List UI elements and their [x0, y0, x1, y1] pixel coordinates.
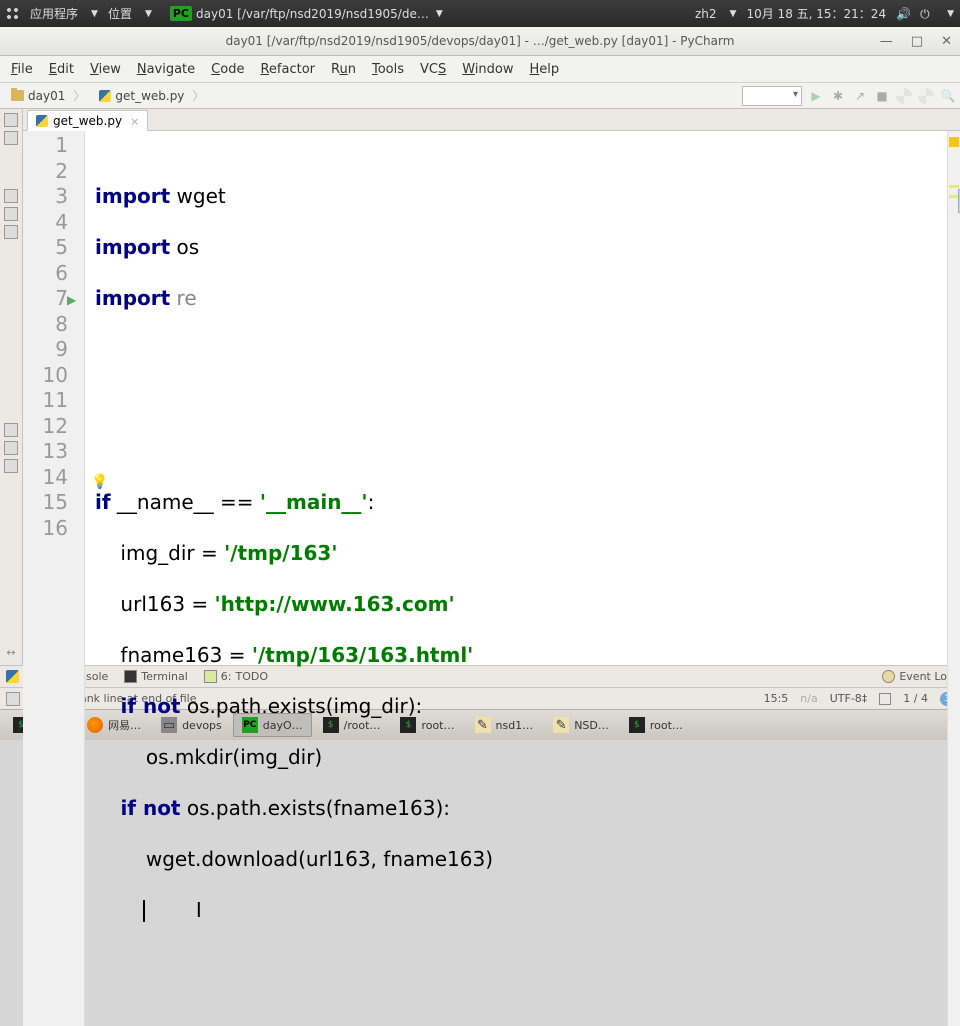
error-stripe[interactable]	[947, 131, 960, 1026]
window-title-bar: day01 [/var/ftp/nsd2019/nsd1905/devops/d…	[0, 27, 960, 56]
code-editor[interactable]: 1234 5678 9101112 13141516 ▶ 💡 import wg…	[23, 131, 960, 1026]
run-gutter-icon[interactable]: ▶	[67, 288, 76, 314]
python-file-icon	[36, 115, 48, 127]
editor-tab-active[interactable]: get_web.py ×	[27, 110, 148, 131]
menu-view[interactable]: View	[83, 59, 128, 80]
editor-area: ↔ get_web.py × 1234 5678 9101112 1314151…	[0, 109, 960, 665]
code-text[interactable]: import wget import os import re if __nam…	[85, 131, 947, 1026]
warning-stripe[interactable]	[949, 185, 959, 188]
intention-bulb-icon[interactable]: 💡	[91, 470, 108, 496]
analysis-warning-icon[interactable]	[949, 137, 959, 147]
layout-icon[interactable]	[896, 88, 912, 104]
menu-file[interactable]: File	[4, 59, 40, 80]
tool-icon[interactable]	[4, 441, 18, 455]
python-icon	[6, 670, 19, 683]
desktop-top-panel: 应用程序▼ 位置▼ PC day01 [/var/ftp/nsd2019/nsd…	[0, 0, 960, 27]
run-coverage-icon[interactable]	[852, 88, 868, 104]
editor-tabs: get_web.py ×	[23, 109, 960, 131]
favorites-tool-icon[interactable]	[4, 189, 18, 203]
menu-run[interactable]: Run	[324, 59, 363, 80]
places-menu[interactable]: 位置	[108, 5, 132, 22]
maximize-button[interactable]: □	[911, 34, 923, 49]
clock[interactable]: 10月 18 五, 15：21：24	[746, 5, 886, 22]
sound-icon[interactable]	[896, 7, 910, 21]
left-tool-stripe: ↔	[0, 109, 23, 665]
tool-icon[interactable]	[4, 423, 18, 437]
structure-tool-icon[interactable]	[4, 131, 18, 145]
main-menu-bar: File Edit View Navigate Code Refactor Ru…	[0, 56, 960, 82]
tool-icon[interactable]	[4, 207, 18, 221]
window-title: day01 [/var/ftp/nsd2019/nsd1905/devops/d…	[226, 34, 735, 48]
layout-icon-2[interactable]	[918, 88, 934, 104]
text-caret	[143, 900, 145, 922]
menu-navigate[interactable]: Navigate	[130, 59, 202, 80]
power-icon[interactable]	[920, 7, 934, 21]
active-window-indicator[interactable]: PC day01 [/var/ftp/nsd2019/nsd1905/de… ▼	[170, 6, 443, 21]
breadcrumb-label: day01	[28, 89, 65, 103]
run-icon[interactable]	[808, 88, 824, 104]
folder-icon	[11, 90, 24, 101]
tab-label: get_web.py	[53, 114, 122, 128]
menu-refactor[interactable]: Refactor	[253, 59, 322, 80]
applications-icon[interactable]	[6, 7, 20, 21]
line-gutter: 1234 5678 9101112 13141516 ▶ 💡	[23, 131, 85, 1026]
close-button[interactable]: ✕	[941, 34, 952, 49]
navigation-bar: day01 get_web.py	[0, 82, 960, 109]
python-file-icon	[99, 90, 111, 102]
applications-menu[interactable]: 应用程序	[30, 5, 78, 22]
stop-icon[interactable]	[874, 88, 890, 104]
search-icon[interactable]	[940, 88, 956, 104]
breadcrumb-file[interactable]: get_web.py	[92, 85, 211, 107]
restore-layout-icon[interactable]: ↔	[6, 646, 15, 659]
minimize-button[interactable]: —	[880, 34, 893, 49]
breadcrumb-project[interactable]: day01	[4, 85, 92, 107]
close-icon[interactable]: ×	[130, 115, 139, 128]
menu-help[interactable]: Help	[523, 59, 567, 80]
tool-icon[interactable]	[4, 225, 18, 239]
menu-code[interactable]: Code	[204, 59, 251, 80]
menu-tools[interactable]: Tools	[365, 59, 411, 80]
run-config-combo[interactable]	[742, 86, 802, 106]
active-window-title: day01 [/var/ftp/nsd2019/nsd1905/de…	[196, 7, 429, 21]
pycharm-icon: PC	[170, 6, 192, 21]
menu-vcs[interactable]: VCS	[413, 59, 453, 80]
tool-window-toggle-icon[interactable]	[6, 692, 20, 706]
input-method-indicator[interactable]: zh2	[695, 7, 717, 21]
breadcrumb-label: get_web.py	[115, 89, 184, 103]
project-tool-icon[interactable]	[4, 113, 18, 127]
debug-icon[interactable]	[830, 88, 846, 104]
menu-window[interactable]: Window	[455, 59, 520, 80]
menu-edit[interactable]: Edit	[42, 59, 81, 80]
tool-icon[interactable]	[4, 459, 18, 473]
